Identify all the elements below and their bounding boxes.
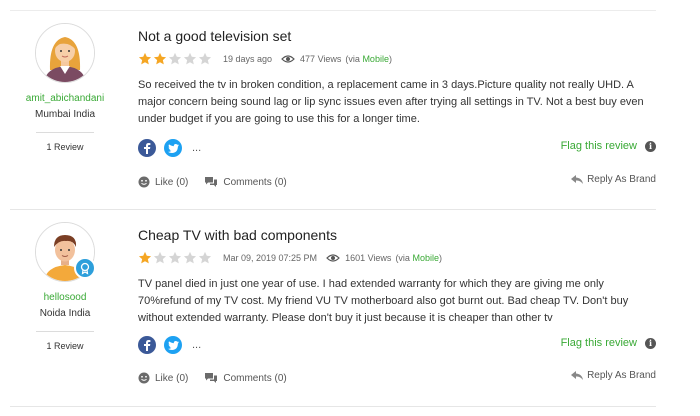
- review-date: Mar 09, 2019 07:25 PM: [223, 253, 318, 263]
- view-count: 477 Views: [300, 54, 342, 64]
- reply-as-brand-button[interactable]: Reply As Brand: [571, 174, 656, 185]
- reply-icon: [571, 371, 584, 380]
- star-filled-icon: [153, 52, 167, 66]
- comments-button[interactable]: Comments (0): [204, 372, 287, 384]
- star-rating: [138, 251, 213, 265]
- star-empty-icon: [168, 52, 182, 66]
- star-filled-icon: [138, 251, 152, 265]
- avatar[interactable]: [35, 23, 95, 83]
- info-icon[interactable]: i: [645, 140, 656, 152]
- star-empty-icon: [183, 52, 197, 66]
- comments-icon: [205, 177, 218, 187]
- star-empty-icon: [198, 52, 212, 66]
- action-row: Like (0) Comments (0) Reply As Brand: [138, 174, 656, 190]
- reply-label: Reply As Brand: [587, 370, 656, 381]
- reply-icon: [571, 175, 584, 184]
- star-empty-icon: [168, 251, 182, 265]
- like-label: Like (0): [155, 176, 189, 188]
- female-avatar-icon: [36, 24, 94, 82]
- reviewer-location: Noida India: [39, 308, 91, 319]
- action-row: Like (0) Comments (0) Reply As Brand: [138, 370, 656, 386]
- facebook-icon: [144, 143, 151, 154]
- via-suffix: ): [388, 54, 392, 64]
- review-body: TV panel died in just one year of use. I…: [138, 278, 629, 324]
- smiley-icon: [138, 372, 150, 384]
- comments-icon: [205, 373, 218, 383]
- star-empty-icon: [153, 251, 167, 265]
- comments-label: Comments (0): [223, 176, 287, 188]
- via-mobile: Mobile: [362, 54, 389, 64]
- facebook-share-button[interactable]: [138, 336, 156, 354]
- star-empty-icon: [198, 251, 212, 265]
- smiley-icon: [138, 176, 150, 188]
- verified-badge-icon: [74, 257, 96, 279]
- share-row: ... Flag this review i: [138, 335, 656, 355]
- star-rating: [138, 52, 213, 66]
- like-button[interactable]: Like (0): [138, 372, 188, 384]
- reply-as-brand-button[interactable]: Reply As Brand: [571, 370, 656, 381]
- reply-label: Reply As Brand: [587, 174, 656, 185]
- more-share-options[interactable]: ...: [192, 339, 201, 351]
- via-source: (via Mobile): [395, 253, 442, 263]
- review-card: amit_abichandani Mumbai India 1 Review N…: [10, 10, 656, 210]
- twitter-share-button[interactable]: [164, 139, 182, 157]
- comments-label: Comments (0): [223, 372, 287, 384]
- avatar[interactable]: [35, 222, 96, 282]
- reviewer-review-count[interactable]: 1 Review: [10, 341, 120, 351]
- flag-review-link[interactable]: Flag this review i: [561, 337, 656, 349]
- twitter-icon: [167, 143, 179, 153]
- reviewer-location: Mumbai India: [34, 109, 96, 120]
- star-filled-icon: [138, 52, 152, 66]
- reviewer-profile: amit_abichandani Mumbai India 1 Review: [10, 11, 120, 152]
- more-share-options[interactable]: ...: [192, 142, 201, 154]
- eye-icon: [281, 54, 295, 64]
- twitter-share-button[interactable]: [164, 336, 182, 354]
- review-meta: Mar 09, 2019 07:25 PM 1601 Views (via Mo…: [138, 250, 656, 266]
- like-button[interactable]: Like (0): [138, 176, 188, 188]
- view-count: 1601 Views: [345, 253, 392, 263]
- like-label: Like (0): [155, 372, 189, 384]
- review-title[interactable]: Cheap TV with bad components: [138, 227, 656, 245]
- reviewer-name[interactable]: hellosood: [10, 292, 120, 303]
- reviewer-review-count[interactable]: 1 Review: [10, 142, 120, 152]
- flag-label: Flag this review: [560, 337, 637, 349]
- facebook-share-button[interactable]: [138, 139, 156, 157]
- flag-review-link[interactable]: Flag this review i: [561, 140, 656, 152]
- via-suffix: ): [438, 253, 442, 263]
- via-prefix: (via: [395, 253, 413, 263]
- via-source: (via Mobile): [345, 54, 392, 64]
- divider: [36, 331, 94, 332]
- via-prefix: (via: [345, 54, 363, 64]
- review-meta: 19 days ago 477 Views (via Mobile): [138, 51, 656, 67]
- flag-label: Flag this review: [560, 140, 637, 152]
- star-empty-icon: [183, 251, 197, 265]
- divider: [36, 132, 94, 133]
- review-date: 19 days ago: [223, 54, 273, 64]
- comments-button[interactable]: Comments (0): [204, 176, 287, 188]
- share-row: ... Flag this review i: [138, 138, 656, 158]
- reviews-list: amit_abichandani Mumbai India 1 Review N…: [0, 0, 700, 416]
- facebook-icon: [144, 340, 151, 351]
- review-card: hellosood Noida India 1 Review Cheap TV …: [10, 210, 656, 407]
- review-content: Not a good television set 19 days ago 47…: [138, 11, 656, 188]
- review-body: So received the tv in broken condition, …: [138, 79, 644, 125]
- eye-icon: [326, 253, 340, 263]
- reviewer-profile: hellosood Noida India 1 Review: [10, 210, 120, 351]
- reviewer-name[interactable]: amit_abichandani: [10, 93, 120, 104]
- via-mobile: Mobile: [412, 253, 439, 263]
- twitter-icon: [167, 340, 179, 350]
- review-title[interactable]: Not a good television set: [138, 28, 656, 46]
- info-icon[interactable]: i: [645, 337, 656, 349]
- review-content: Cheap TV with bad components Mar 09, 201…: [138, 210, 656, 384]
